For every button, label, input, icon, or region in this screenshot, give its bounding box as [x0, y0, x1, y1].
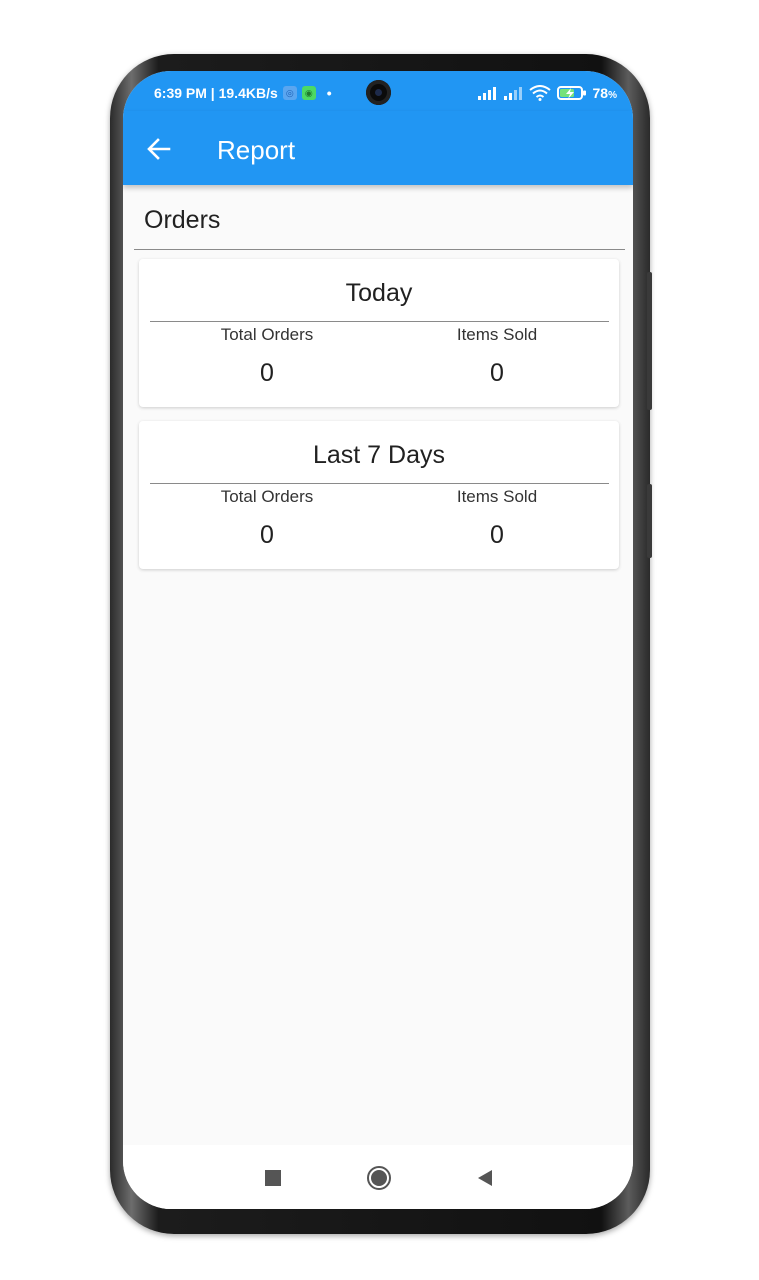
app-bar: Report	[123, 111, 633, 185]
home-button[interactable]	[366, 1165, 392, 1191]
status-left: 6:39 PM | 19.4KB/s ◎ ◉ •	[154, 85, 332, 101]
card-title: Last 7 Days	[312, 441, 445, 469]
card-title: Today	[345, 279, 413, 307]
wifi-icon	[528, 85, 551, 101]
notification-android-icon: ◉	[301, 86, 316, 100]
volume-button	[647, 272, 652, 410]
circle-icon	[367, 1166, 391, 1190]
stat-label: Total Orders	[220, 325, 314, 344]
screen: 6:39 PM | 19.4KB/s ◎ ◉ • 78% Report Orde…	[123, 71, 633, 1209]
last-7-days-card: Last 7 Days Total Orders 0 Items Sold 0	[139, 421, 619, 569]
recents-button[interactable]	[260, 1165, 286, 1191]
page-title: Report	[217, 135, 296, 165]
stat-value: 0	[490, 359, 504, 387]
front-camera	[366, 80, 391, 105]
phone-frame: 6:39 PM | 19.4KB/s ◎ ◉ • 78% Report Orde…	[110, 54, 652, 1234]
status-dot: •	[326, 85, 332, 101]
stat-label: Total Orders	[220, 487, 314, 506]
section-title: Orders	[144, 206, 221, 234]
stat-value: 0	[260, 521, 274, 549]
status-right: 78%	[477, 85, 617, 101]
stat-value: 0	[490, 521, 504, 549]
section-divider	[134, 249, 625, 250]
stat-label: Items Sold	[456, 325, 538, 344]
signal-icon-2	[503, 87, 522, 100]
arrow-back-icon	[147, 138, 171, 160]
power-button	[647, 484, 652, 558]
card-divider	[150, 483, 609, 484]
status-bar: 6:39 PM | 19.4KB/s ◎ ◉ • 78%	[123, 71, 633, 111]
battery-charging-icon	[556, 86, 586, 100]
stat-label: Items Sold	[456, 487, 538, 506]
nav-back-button[interactable]	[472, 1165, 498, 1191]
square-icon	[265, 1170, 281, 1186]
notification-app-icon: ◎	[282, 86, 297, 100]
triangle-back-icon	[478, 1170, 492, 1186]
navigation-bar	[123, 1145, 633, 1209]
battery-percent: 78%	[592, 85, 617, 101]
stat-total-orders: Total Orders 0	[167, 325, 367, 388]
back-button[interactable]	[143, 133, 175, 165]
today-card: Today Total Orders 0 Items Sold 0	[139, 259, 619, 407]
stat-items-sold: Items Sold 0	[397, 487, 597, 550]
signal-icon	[477, 87, 496, 100]
card-divider	[150, 321, 609, 322]
stat-value: 0	[260, 359, 274, 387]
stat-total-orders: Total Orders 0	[167, 487, 367, 550]
status-time-speed: 6:39 PM | 19.4KB/s	[154, 85, 278, 101]
stat-items-sold: Items Sold 0	[397, 325, 597, 388]
